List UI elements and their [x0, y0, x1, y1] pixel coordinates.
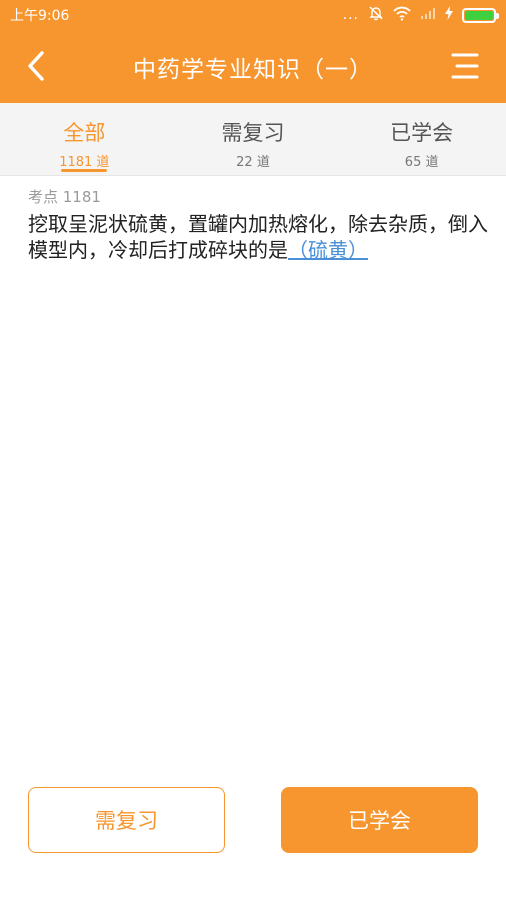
page-title: 中药学专业知识（一） [133, 56, 373, 83]
battery-level [465, 10, 493, 20]
title-bar: 中药学专业知识（一） [0, 30, 506, 103]
status-icons: ... [342, 5, 499, 25]
tab-all[interactable]: 全部 1181 道 [4, 103, 164, 175]
filter-tabs: 全部 1181 道 需复习 22 道 已学会 65 道 [0, 103, 506, 176]
battery-icon [462, 7, 499, 23]
status-bar: 上午9:06 ... [0, 0, 506, 30]
tab-count: 1181 道 [59, 155, 110, 170]
question-card: 考点 1181 挖取呈泥状硫黄，置罐内加热熔化，除去杂质，倒入模型内，冷却后打成… [28, 186, 488, 263]
signal-icon [420, 7, 436, 23]
mute-bell-icon [368, 5, 384, 25]
back-button[interactable] [18, 46, 54, 86]
tab-label: 全部 [63, 121, 106, 145]
status-time: 上午9:06 [10, 8, 70, 24]
answer-link[interactable]: （硫黄） [288, 238, 368, 262]
charging-bolt-icon [445, 6, 453, 24]
learned-button[interactable]: 已学会 [281, 787, 478, 853]
tab-label: 需复习 [221, 121, 285, 145]
app-header: 上午9:06 ... 中药学专业知识（一） [0, 0, 506, 103]
tab-label: 已学会 [390, 121, 454, 145]
active-tab-indicator [61, 169, 108, 172]
menu-icon [451, 53, 479, 79]
tab-need-review[interactable]: 需复习 22 道 [173, 103, 333, 175]
tab-count: 65 道 [404, 155, 439, 170]
tab-learned[interactable]: 已学会 65 道 [342, 103, 502, 175]
question-text: 挖取呈泥状硫黄，置罐内加热熔化，除去杂质，倒入模型内，冷却后打成碎块的是（硫黄） [28, 211, 488, 263]
kaodian-label: 考点 1181 [28, 188, 101, 206]
question-body: 挖取呈泥状硫黄，置罐内加热熔化，除去杂质，倒入模型内，冷却后打成碎块的是 [28, 212, 488, 262]
chevron-left-icon [28, 51, 44, 81]
menu-button[interactable] [448, 50, 482, 82]
wifi-icon [393, 6, 411, 25]
tab-count: 22 道 [236, 155, 270, 170]
more-dots-icon: ... [342, 7, 359, 23]
need-review-button[interactable]: 需复习 [28, 787, 225, 853]
